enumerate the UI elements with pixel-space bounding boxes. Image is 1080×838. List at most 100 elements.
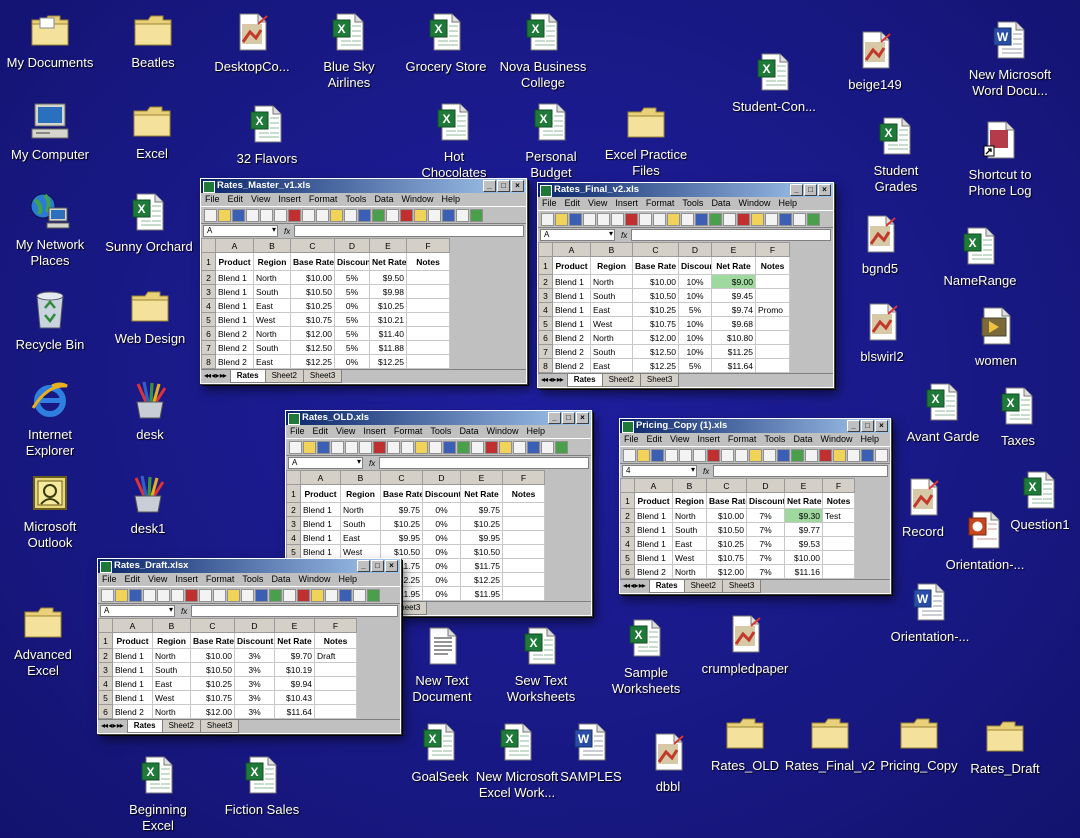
cell[interactable]: 0% — [422, 586, 461, 601]
cell[interactable] — [502, 544, 545, 559]
header-cell[interactable]: Notes — [406, 252, 450, 271]
formula-input[interactable] — [631, 229, 831, 241]
cell[interactable]: Blend 2 — [112, 704, 153, 719]
column-header[interactable]: B — [590, 242, 633, 257]
menu-item-data[interactable]: Data — [459, 426, 478, 436]
cell[interactable]: Draft — [314, 648, 357, 663]
column-header[interactable]: C — [632, 242, 679, 257]
cell[interactable]: North — [590, 274, 633, 289]
row-header[interactable]: 2 — [620, 508, 635, 523]
cell[interactable]: 0% — [422, 558, 461, 573]
header-cell[interactable]: Region — [672, 492, 707, 509]
cut-icon[interactable] — [639, 213, 652, 226]
cell[interactable]: Blend 1 — [300, 544, 341, 559]
select-all-corner[interactable] — [620, 478, 635, 493]
header-cell[interactable]: Discount — [678, 256, 712, 275]
minimize-button[interactable]: _ — [790, 184, 803, 196]
header-cell[interactable]: Discount — [422, 484, 461, 503]
sort-desc-icon[interactable] — [819, 449, 832, 462]
column-header[interactable]: D — [746, 478, 785, 493]
cell[interactable]: West — [672, 550, 707, 565]
cell[interactable]: $10.50 — [380, 544, 423, 559]
cell[interactable]: 10% — [678, 316, 712, 331]
maximize-button[interactable]: □ — [861, 420, 874, 432]
menu-item-view[interactable]: View — [588, 198, 607, 208]
cell[interactable]: $9.95 — [380, 530, 423, 545]
cell[interactable] — [755, 274, 790, 289]
column-header[interactable]: A — [215, 238, 254, 253]
header-cell[interactable]: Region — [152, 632, 191, 649]
header-cell[interactable]: Product — [112, 632, 153, 649]
cell[interactable]: Blend 1 — [634, 522, 673, 537]
cell[interactable]: 5% — [334, 326, 370, 341]
cell[interactable]: Blend 1 — [300, 516, 341, 531]
cell[interactable]: $12.00 — [190, 704, 235, 719]
cell[interactable]: South — [340, 516, 381, 531]
column-header[interactable]: D — [334, 238, 370, 253]
drawing-icon[interactable] — [428, 209, 441, 222]
cell[interactable]: Blend 2 — [215, 354, 254, 369]
desktop-icon[interactable]: DesktopCo... — [202, 12, 302, 75]
sort-asc-icon[interactable] — [723, 213, 736, 226]
sheet-tab-rates[interactable]: Rates — [566, 374, 603, 387]
save-icon[interactable] — [317, 441, 330, 454]
desktop-icon[interactable]: Excel Practice Files — [596, 104, 696, 179]
menu-item-file[interactable]: File — [205, 194, 220, 204]
cell[interactable] — [406, 298, 450, 313]
cell[interactable]: 7% — [746, 564, 785, 579]
cell[interactable]: Blend 1 — [215, 298, 254, 313]
desktop-icon[interactable]: Recycle Bin — [0, 288, 100, 353]
cell[interactable]: Blend 1 — [552, 316, 591, 331]
minimize-button[interactable]: _ — [548, 412, 561, 424]
cell[interactable] — [502, 586, 545, 601]
sheet-tab-sheet2[interactable]: Sheet2 — [264, 370, 304, 383]
copy-icon[interactable] — [401, 441, 414, 454]
cell[interactable] — [755, 288, 790, 303]
cell[interactable]: $9.95 — [460, 530, 503, 545]
cell[interactable]: 3% — [234, 690, 275, 705]
cell[interactable]: $10.50 — [460, 544, 503, 559]
format-painter-icon[interactable] — [763, 449, 776, 462]
cell[interactable]: East — [672, 536, 707, 551]
header-cell[interactable]: Region — [340, 484, 381, 503]
cell[interactable] — [406, 270, 450, 285]
cell[interactable]: Blend 2 — [552, 344, 591, 359]
autosum-icon[interactable] — [372, 209, 385, 222]
column-header[interactable]: F — [502, 470, 545, 485]
header-cell[interactable]: Discount — [746, 492, 785, 509]
zoom-icon[interactable] — [779, 213, 792, 226]
cell[interactable]: Test — [822, 508, 855, 523]
cell[interactable] — [406, 354, 450, 369]
cell[interactable]: 0% — [422, 530, 461, 545]
menu-item-format[interactable]: Format — [394, 426, 423, 436]
cell[interactable]: $10.25 — [706, 536, 747, 551]
menu-item-file[interactable]: File — [102, 574, 117, 584]
cell[interactable]: $10.80 — [711, 330, 756, 345]
menu-item-view[interactable]: View — [148, 574, 167, 584]
cell[interactable]: $10.75 — [190, 690, 235, 705]
cell[interactable]: $12.00 — [632, 330, 679, 345]
desktop-icon[interactable]: Shortcut to Phone Log — [950, 120, 1050, 199]
desktop-icon[interactable]: Internet Explorer — [0, 380, 100, 459]
sort-asc-icon[interactable] — [386, 209, 399, 222]
menu-item-tools[interactable]: Tools — [242, 574, 263, 584]
column-header[interactable]: D — [678, 242, 712, 257]
excel-window[interactable]: Rates_Final_v2.xls _ □ × File Edit View Insert F… — [537, 182, 834, 388]
sheet-tab-sheet3[interactable]: Sheet3 — [639, 374, 680, 387]
header-cell[interactable]: Base Rate — [190, 632, 235, 649]
column-header[interactable]: A — [112, 618, 153, 633]
copy-icon[interactable] — [653, 213, 666, 226]
desktop-icon[interactable]: Web Design — [100, 288, 200, 347]
print-icon[interactable] — [260, 209, 273, 222]
close-button[interactable]: × — [576, 412, 589, 424]
cell[interactable] — [314, 704, 357, 719]
new-icon[interactable] — [204, 209, 217, 222]
fx-icon[interactable]: fx — [284, 227, 290, 236]
cell[interactable]: $10.50 — [190, 662, 235, 677]
select-all-corner[interactable] — [286, 470, 301, 485]
cell[interactable]: 10% — [678, 330, 712, 345]
desktop-icon[interactable]: X Student-Con... — [724, 52, 824, 115]
header-cell[interactable]: Notes — [755, 256, 790, 275]
cell[interactable]: North — [152, 648, 191, 663]
menu-item-data[interactable]: Data — [711, 198, 730, 208]
